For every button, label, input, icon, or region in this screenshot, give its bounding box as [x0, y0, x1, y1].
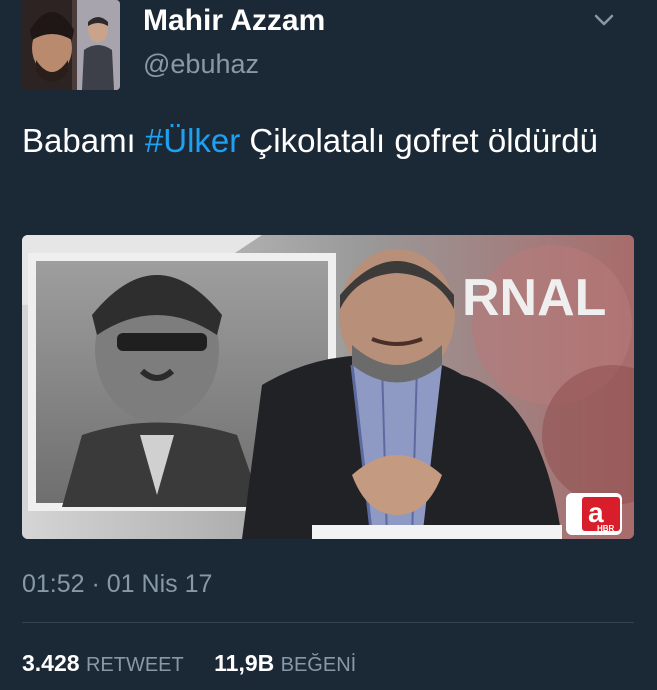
like-count: 11,9B: [214, 650, 275, 676]
tweet-text: Babamı #Ülker Çikolatalı gofret öldürdü: [22, 118, 632, 164]
tweet-stats: 3.428 RETWEET 11,9B BEĞENİ: [22, 650, 380, 677]
retweet-label: RETWEET: [85, 654, 184, 676]
tweet-text-after: Çikolatalı gofret öldürdü: [240, 122, 598, 159]
username[interactable]: @ebuhaz: [143, 49, 259, 80]
timestamp[interactable]: 01:52 · 01 Nis 17: [22, 570, 212, 599]
like-label: BEĞENİ: [280, 654, 357, 676]
tweet-header: Mahir Azzam @ebuhaz: [0, 0, 657, 95]
channel-logo-sub: HBR: [597, 524, 615, 533]
background-text: RNAL: [462, 269, 606, 327]
tweet-media[interactable]: RNAL a HBR: [22, 235, 634, 539]
chevron-down-icon[interactable]: [592, 10, 616, 30]
avatar[interactable]: [22, 0, 120, 90]
divider: [22, 622, 634, 623]
like-stat[interactable]: 11,9B BEĞENİ: [214, 650, 356, 677]
tweet-text-before: Babamı: [22, 122, 145, 159]
hashtag-link[interactable]: #Ülker: [145, 122, 240, 159]
display-name[interactable]: Mahir Azzam: [143, 4, 325, 38]
retweet-stat[interactable]: 3.428 RETWEET: [22, 650, 184, 677]
retweet-count: 3.428: [22, 650, 80, 676]
